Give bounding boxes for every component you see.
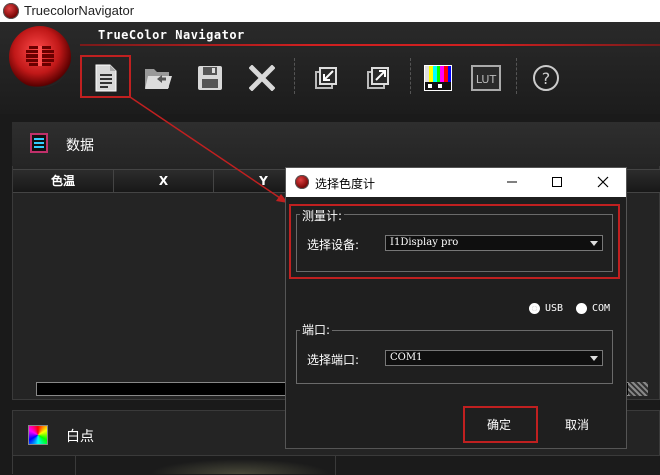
toolbar-separator <box>294 58 296 94</box>
divider <box>75 456 76 475</box>
folder-open-icon <box>145 69 172 89</box>
divider <box>335 456 336 475</box>
delete-button[interactable] <box>244 58 280 98</box>
port-select[interactable]: COM1 <box>385 350 603 366</box>
data-panel-header <box>12 122 660 166</box>
question-icon: ? <box>533 65 559 91</box>
port-select-value: COM1 <box>390 352 423 363</box>
data-panel-title: 数据 <box>66 138 94 154</box>
usb-radio[interactable] <box>529 303 540 314</box>
cancel-button[interactable]: 取消 <box>546 412 608 438</box>
app-icon <box>3 3 19 19</box>
lut-icon: LUT <box>471 65 501 91</box>
floppy-disk-icon <box>198 66 222 90</box>
dialog-app-icon <box>295 175 309 189</box>
minimize-button[interactable] <box>498 170 526 194</box>
white-point-title: 白点 <box>66 429 94 445</box>
data-sheet-icon <box>30 133 48 153</box>
meter-group-highlight <box>289 204 620 279</box>
export-icon <box>367 67 389 89</box>
white-point-preview <box>150 459 330 474</box>
toolbar-separator <box>410 58 412 94</box>
scrollbar-grip[interactable] <box>628 382 648 396</box>
dialog-title: 选择色度计 <box>315 177 376 191</box>
new-document-highlight <box>80 55 131 98</box>
import-button[interactable] <box>308 58 344 98</box>
maximize-button[interactable] <box>543 170 571 194</box>
close-icon <box>597 176 609 188</box>
help-button[interactable]: ? <box>528 58 564 98</box>
close-button[interactable] <box>589 170 617 194</box>
save-button[interactable] <box>192 58 228 98</box>
usb-radio-label[interactable]: USB <box>545 303 563 314</box>
column-header-x[interactable]: X <box>114 170 214 192</box>
white-point-subbar <box>13 455 660 475</box>
port-label: 选择端口: <box>307 353 360 367</box>
toolbar-separator <box>516 58 518 94</box>
minimize-icon <box>507 181 517 183</box>
header-accent-line <box>80 44 660 46</box>
chevron-down-icon[interactable] <box>590 356 598 361</box>
port-group-label: 端口: <box>300 321 333 338</box>
app-title: TrueColor Navigator <box>98 28 245 42</box>
com-radio-label[interactable]: COM <box>592 303 610 314</box>
svg-text:?: ? <box>542 69 551 88</box>
color-wheel-icon <box>28 425 48 445</box>
export-button[interactable] <box>360 58 396 98</box>
import-icon <box>315 67 337 89</box>
x-icon <box>249 65 275 91</box>
test-pattern-button[interactable] <box>420 58 456 98</box>
open-folder-button[interactable] <box>140 58 176 98</box>
svg-text:LUT: LUT <box>476 73 497 86</box>
ok-button-highlight <box>463 406 538 443</box>
column-header-color-temp[interactable]: 色温 <box>13 170 114 192</box>
com-radio[interactable] <box>576 303 587 314</box>
lut-button[interactable]: LUT <box>468 58 504 98</box>
logo-mark-icon <box>26 46 54 66</box>
maximize-icon <box>552 177 562 187</box>
window-title: TruecolorNavigator <box>24 3 135 18</box>
color-bars-icon <box>424 65 452 91</box>
